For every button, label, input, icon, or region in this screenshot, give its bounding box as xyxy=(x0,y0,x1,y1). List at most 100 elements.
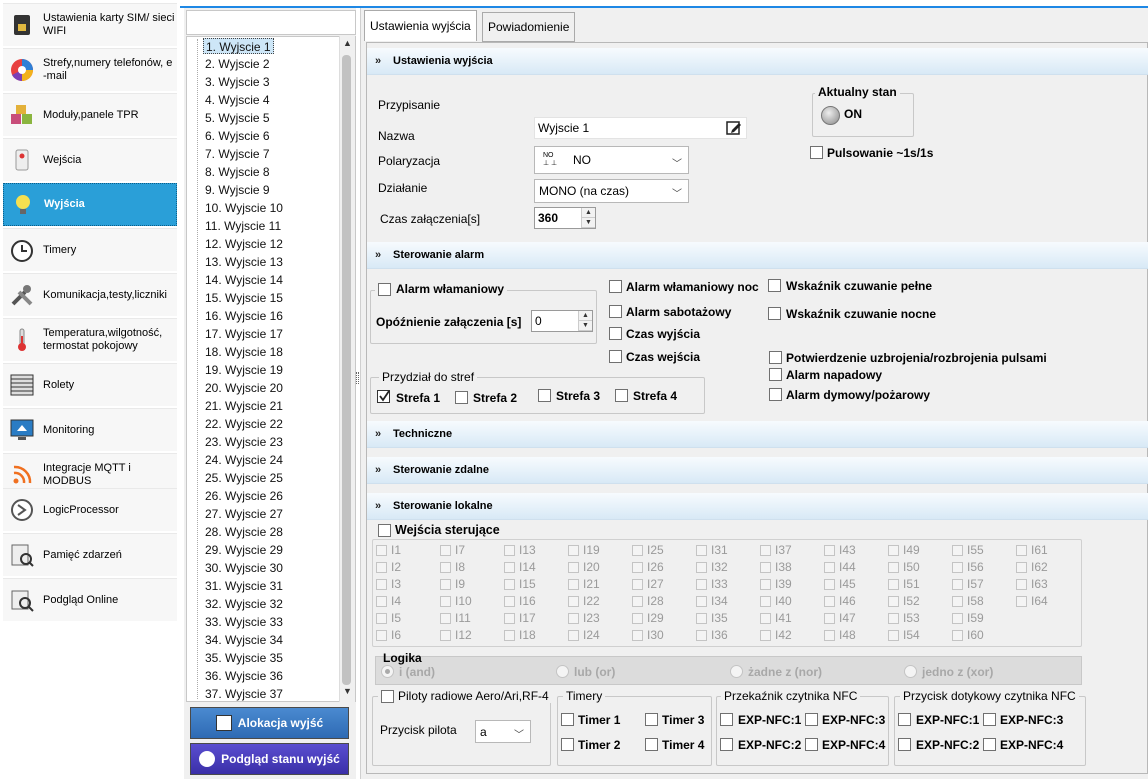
control-input-checkbox[interactable] xyxy=(824,578,835,590)
control-input-checkbox[interactable] xyxy=(376,544,387,556)
nav-item-modules[interactable]: Moduły,panele TPR xyxy=(3,93,177,136)
section-local-control[interactable]: » Sterowanie lokalne xyxy=(367,493,1148,520)
control-input-checkbox[interactable] xyxy=(888,629,899,641)
control-input-cell[interactable]: I50 xyxy=(888,559,920,575)
nav-item-zones-phones[interactable]: Strefy,numery telefonów, e -mail xyxy=(3,48,177,91)
control-input-checkbox[interactable] xyxy=(568,544,579,556)
control-input-checkbox[interactable] xyxy=(440,595,451,607)
control-input-checkbox[interactable] xyxy=(888,578,899,590)
control-input-checkbox[interactable] xyxy=(568,612,579,624)
control-input-checkbox[interactable] xyxy=(760,561,771,573)
control-input-cell[interactable]: I27 xyxy=(632,576,664,592)
control-input-cell[interactable]: I29 xyxy=(632,610,664,626)
on-time-spinner[interactable]: ▲ ▼ xyxy=(581,208,595,228)
control-input-cell[interactable]: I61 xyxy=(1016,542,1048,558)
control-input-checkbox[interactable] xyxy=(952,612,963,624)
control-input-checkbox[interactable] xyxy=(824,612,835,624)
control-input-checkbox[interactable] xyxy=(696,544,707,556)
control-input-cell[interactable]: I17 xyxy=(504,610,536,626)
nfc-touch-2-checkbox[interactable] xyxy=(898,738,911,751)
tamper-checkbox[interactable] xyxy=(609,305,622,318)
scrollbar-thumb[interactable] xyxy=(342,55,351,685)
output-list-item[interactable]: 31. Wyjscie 31 xyxy=(203,578,285,594)
control-input-cell[interactable]: I55 xyxy=(952,542,984,558)
delay-field[interactable]: 0 ▲ ▼ xyxy=(531,310,593,332)
control-input-checkbox[interactable] xyxy=(568,578,579,590)
scroll-down-icon[interactable]: ▼ xyxy=(343,686,352,696)
control-input-cell[interactable]: I54 xyxy=(888,627,920,643)
control-input-checkbox[interactable] xyxy=(632,561,643,573)
control-input-cell[interactable]: I16 xyxy=(504,593,536,609)
control-input-cell[interactable]: I6 xyxy=(376,627,401,643)
control-input-checkbox[interactable] xyxy=(888,595,899,607)
burglary-night-checkbox[interactable] xyxy=(609,280,622,293)
nav-item-monitoring[interactable]: Monitoring xyxy=(3,408,177,451)
name-field[interactable]: Wyjscie 1 xyxy=(534,117,747,139)
nfc-touch-1-checkbox[interactable] xyxy=(898,713,911,726)
output-list-item[interactable]: 21. Wyjscie 21 xyxy=(203,398,285,414)
control-input-cell[interactable]: I42 xyxy=(760,627,792,643)
control-input-cell[interactable]: I58 xyxy=(952,593,984,609)
output-list-item[interactable]: 9. Wyjscie 9 xyxy=(203,182,272,198)
tab-output-settings[interactable]: Ustawienia wyjścia xyxy=(364,10,477,41)
control-input-checkbox[interactable] xyxy=(376,561,387,573)
output-list-item[interactable]: 28. Wyjscie 28 xyxy=(203,524,285,540)
control-input-cell[interactable]: I22 xyxy=(568,593,600,609)
control-input-checkbox[interactable] xyxy=(952,595,963,607)
control-input-checkbox[interactable] xyxy=(504,544,515,556)
control-input-checkbox[interactable] xyxy=(952,544,963,556)
control-input-cell[interactable]: I37 xyxy=(760,542,792,558)
control-input-cell[interactable]: I24 xyxy=(568,627,600,643)
control-input-cell[interactable]: I60 xyxy=(952,627,984,643)
output-allocation-button[interactable]: Alokacja wyjść xyxy=(190,707,349,739)
control-input-checkbox[interactable] xyxy=(504,578,515,590)
control-input-cell[interactable]: I30 xyxy=(632,627,664,643)
control-input-checkbox[interactable] xyxy=(376,578,387,590)
control-input-checkbox[interactable] xyxy=(568,629,579,641)
nav-item-inputs[interactable]: Wejścia xyxy=(3,138,177,181)
control-input-cell[interactable]: I49 xyxy=(888,542,920,558)
output-list-item[interactable]: 32. Wyjscie 32 xyxy=(203,596,285,612)
control-input-cell[interactable]: I25 xyxy=(632,542,664,558)
control-input-cell[interactable]: I14 xyxy=(504,559,536,575)
control-input-checkbox[interactable] xyxy=(952,561,963,573)
control-input-cell[interactable]: I32 xyxy=(696,559,728,575)
output-list-item[interactable]: 20. Wyjscie 20 xyxy=(203,380,285,396)
control-input-checkbox[interactable] xyxy=(760,578,771,590)
control-input-cell[interactable]: I7 xyxy=(440,542,465,558)
nfc-relay-1-checkbox[interactable] xyxy=(720,713,733,726)
control-input-cell[interactable]: I33 xyxy=(696,576,728,592)
control-input-cell[interactable]: I43 xyxy=(824,542,856,558)
control-input-cell[interactable]: I47 xyxy=(824,610,856,626)
zone-3-checkbox[interactable] xyxy=(538,389,551,402)
remote-button-select[interactable]: a ﹀ xyxy=(475,720,531,743)
control-input-checkbox[interactable] xyxy=(440,561,451,573)
timer-3-checkbox[interactable] xyxy=(645,713,658,726)
nfc-touch-4-checkbox[interactable] xyxy=(983,738,996,751)
output-list-item[interactable]: 16. Wyjscie 16 xyxy=(203,308,285,324)
nav-item-logic-processor[interactable]: LogicProcessor xyxy=(3,488,177,531)
control-input-cell[interactable]: I13 xyxy=(504,542,536,558)
output-list-item[interactable]: 35. Wyjscie 35 xyxy=(203,650,285,666)
control-input-cell[interactable]: I41 xyxy=(760,610,792,626)
output-list-item[interactable]: 37. Wyjscie 37 xyxy=(203,686,285,701)
control-input-checkbox[interactable] xyxy=(1016,578,1027,590)
control-input-checkbox[interactable] xyxy=(632,544,643,556)
control-input-cell[interactable]: I44 xyxy=(824,559,856,575)
output-list-item[interactable]: 22. Wyjscie 22 xyxy=(203,416,285,432)
control-input-cell[interactable]: I19 xyxy=(568,542,600,558)
remotes-checkbox[interactable] xyxy=(381,689,394,703)
output-list-item[interactable]: 7. Wyjscie 7 xyxy=(203,146,272,162)
control-input-checkbox[interactable] xyxy=(888,561,899,573)
control-input-cell[interactable]: I15 xyxy=(504,576,536,592)
control-input-checkbox[interactable] xyxy=(760,629,771,641)
delay-spinner[interactable]: ▲ ▼ xyxy=(578,311,592,331)
control-input-checkbox[interactable] xyxy=(1016,561,1027,573)
timer-1-checkbox[interactable] xyxy=(561,713,574,726)
output-list-item[interactable]: 36. Wyjscie 36 xyxy=(203,668,285,684)
fire-alarm-checkbox[interactable] xyxy=(769,388,782,401)
output-list-item[interactable]: 24. Wyjscie 24 xyxy=(203,452,285,468)
control-input-cell[interactable]: I10 xyxy=(440,593,472,609)
control-input-checkbox[interactable] xyxy=(1016,544,1027,556)
logic-xor-radio[interactable] xyxy=(904,665,917,678)
